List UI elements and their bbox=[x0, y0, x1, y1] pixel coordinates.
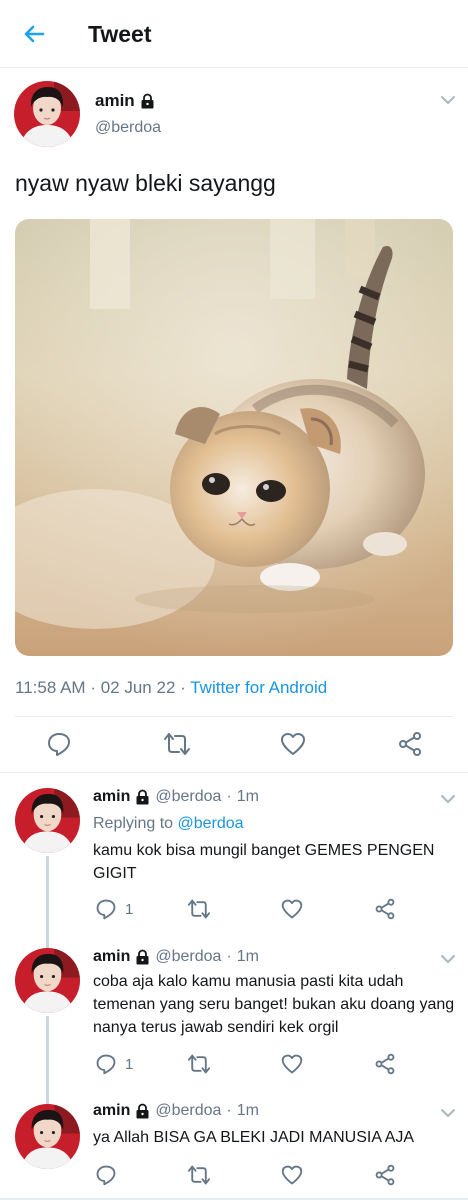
reply-text: ya Allah BISA GA BLEKI JADI MANUSIA AJA bbox=[93, 1129, 415, 1146]
meta-separator: · bbox=[180, 678, 186, 697]
retweet-icon bbox=[187, 899, 211, 919]
author-row: amin @berdoa · 1m bbox=[93, 948, 259, 966]
share-icon bbox=[375, 898, 395, 920]
more-options-button[interactable] bbox=[440, 952, 456, 964]
author-row: amin @berdoa · 1m bbox=[93, 1102, 259, 1120]
like-button[interactable] bbox=[281, 1164, 303, 1186]
like-button[interactable] bbox=[281, 898, 303, 920]
meta-separator: · bbox=[90, 678, 96, 697]
reply-button[interactable]: 1 bbox=[95, 1053, 133, 1075]
meta-separator: · bbox=[226, 1102, 232, 1119]
top-bar: Tweet bbox=[0, 0, 468, 68]
back-button[interactable] bbox=[18, 18, 50, 50]
chevron-down-icon bbox=[441, 1109, 455, 1117]
reply-count: 1 bbox=[125, 1055, 134, 1073]
reply-action-bar: 1 bbox=[0, 1051, 468, 1081]
like-button[interactable] bbox=[281, 1053, 303, 1075]
more-options-button[interactable] bbox=[440, 93, 456, 105]
heart-icon bbox=[281, 1054, 303, 1074]
retweet-button[interactable] bbox=[187, 1164, 211, 1186]
reply-icon bbox=[96, 899, 116, 920]
replying-to: Replying to @berdoa bbox=[93, 815, 244, 833]
reply-time: 1m bbox=[236, 1102, 259, 1119]
tweet-source-link[interactable]: Twitter for Android bbox=[190, 678, 327, 697]
reply-count: 1 bbox=[125, 900, 134, 918]
meta-separator: · bbox=[226, 948, 232, 965]
reply-icon bbox=[96, 1165, 116, 1186]
tweet-photo[interactable] bbox=[15, 219, 453, 656]
page-title: Tweet bbox=[88, 21, 152, 47]
retweet-icon bbox=[187, 1054, 211, 1074]
heart-icon bbox=[281, 1165, 303, 1185]
share-icon bbox=[375, 1164, 395, 1186]
more-options-button[interactable] bbox=[440, 1106, 456, 1118]
reply-text: kamu kok bisa mungil banget GEMES PENGEN… bbox=[93, 842, 435, 882]
reply-icon bbox=[48, 733, 70, 756]
avatar[interactable] bbox=[14, 81, 80, 147]
chevron-down-icon bbox=[441, 955, 455, 963]
author-name[interactable]: amin bbox=[95, 91, 135, 111]
share-icon bbox=[399, 732, 421, 756]
divider bbox=[15, 716, 453, 717]
replying-to-label: Replying to bbox=[93, 815, 174, 832]
share-button[interactable] bbox=[374, 1164, 396, 1186]
author-handle[interactable]: @berdoa bbox=[155, 948, 221, 966]
lock-icon bbox=[140, 93, 155, 109]
author-row: amin bbox=[95, 91, 155, 111]
retweet-button[interactable] bbox=[163, 731, 191, 757]
retweet-button[interactable] bbox=[187, 1053, 211, 1075]
share-button[interactable] bbox=[374, 898, 396, 920]
chevron-down-icon bbox=[441, 96, 455, 104]
tweet-time: 11:58 AM bbox=[15, 678, 86, 697]
reply-button[interactable]: 1 bbox=[95, 898, 133, 920]
reply-action-bar: 1 bbox=[0, 896, 468, 926]
author-handle[interactable]: @berdoa bbox=[95, 119, 161, 137]
more-options-button[interactable] bbox=[440, 792, 456, 804]
author-handle[interactable]: @berdoa bbox=[155, 788, 221, 806]
author-row: amin @berdoa · 1m bbox=[93, 788, 259, 806]
share-button[interactable] bbox=[374, 1053, 396, 1075]
heart-icon bbox=[281, 899, 303, 919]
author-name[interactable]: amin bbox=[93, 948, 130, 966]
share-button[interactable] bbox=[397, 731, 423, 757]
lock-icon bbox=[135, 789, 150, 805]
avatar[interactable] bbox=[15, 788, 80, 853]
main-action-bar bbox=[0, 729, 468, 759]
divider bbox=[0, 772, 468, 773]
retweet-icon bbox=[164, 733, 190, 755]
reply-text: coba aja kalo kamu manusia pasti kita ud… bbox=[93, 973, 455, 1036]
reply-button[interactable] bbox=[95, 1164, 117, 1186]
reply-time: 1m bbox=[236, 788, 259, 805]
arrow-left-icon bbox=[24, 25, 45, 43]
reply-icon bbox=[96, 1054, 116, 1075]
lock-icon bbox=[135, 949, 150, 965]
retweet-icon bbox=[187, 1165, 211, 1185]
tweet-text: nyaw nyaw bleki sayangg bbox=[15, 170, 276, 196]
chevron-down-icon bbox=[441, 795, 455, 803]
retweet-button[interactable] bbox=[187, 898, 211, 920]
reply-button[interactable] bbox=[46, 731, 72, 757]
share-icon bbox=[375, 1053, 395, 1075]
author-name[interactable]: amin bbox=[93, 788, 130, 806]
replying-to-mention[interactable]: @berdoa bbox=[178, 815, 244, 832]
author-name[interactable]: amin bbox=[93, 1102, 130, 1120]
reply-time: 1m bbox=[236, 948, 259, 965]
tweet-meta: 11:58 AM · 02 Jun 22 · Twitter for Andro… bbox=[15, 678, 327, 698]
tweet-date: 02 Jun 22 bbox=[100, 678, 176, 697]
reply-action-bar bbox=[0, 1162, 468, 1192]
avatar[interactable] bbox=[15, 1104, 80, 1169]
like-button[interactable] bbox=[280, 731, 306, 757]
meta-separator: · bbox=[226, 788, 232, 805]
avatar[interactable] bbox=[15, 948, 80, 1013]
author-handle[interactable]: @berdoa bbox=[155, 1102, 221, 1120]
lock-icon bbox=[135, 1103, 150, 1119]
heart-icon bbox=[281, 733, 305, 755]
